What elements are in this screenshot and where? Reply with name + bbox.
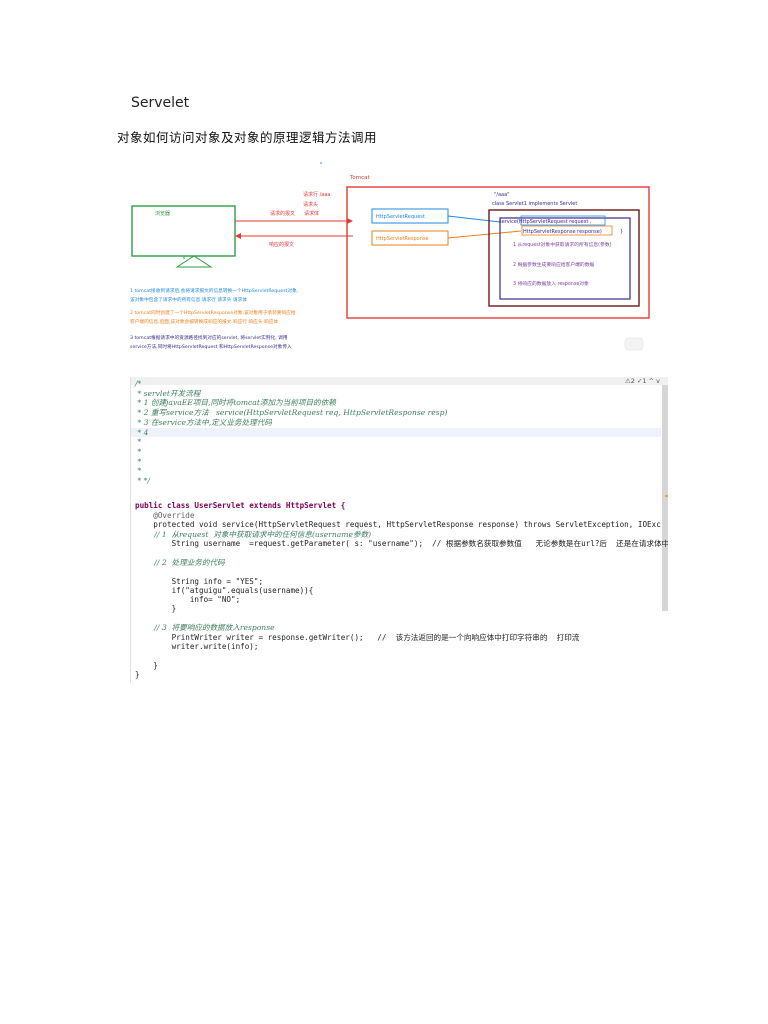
request-line-label: 请求行 /aaa [303, 191, 330, 198]
code-line-override: @Override [135, 511, 195, 520]
code-line-2: * servlet开发流程 [135, 389, 201, 398]
code-line-7: * [135, 437, 142, 446]
response-msg-label: 响应的报文 [269, 241, 294, 248]
note3-line1: 3 tomcat根据请求中的资源路径找到对应的servlet, 将servlet… [130, 334, 288, 341]
dot-mark [320, 162, 322, 164]
brace-label: } [620, 229, 623, 235]
resp-connector [447, 230, 522, 239]
code-line-9: * [135, 457, 142, 466]
code-line-5: * 3 在service方法中,定义业务处理代码 [135, 418, 272, 427]
editor-scrollbar[interactable] [662, 385, 668, 611]
page-subtitle: 对象如何访问对象及对象的原理逻辑方法调用 [117, 130, 378, 145]
request-arrow-head [347, 218, 353, 224]
code-line-writer: PrintWriter writer = response.getWriter(… [135, 633, 580, 642]
service-call-label: service(HttpServletRequest request , [499, 219, 592, 225]
code-line-class-close: } [135, 670, 140, 679]
tomcat-label: Tomcat [349, 175, 371, 181]
code-line-3: * 1 创建javaEE项目,同时将tomcat添加为当前项目的依赖 [135, 398, 336, 407]
inspection-status: ⚠2 ✓1 ^ v [624, 377, 660, 385]
corner-icon [624, 337, 644, 351]
code-line-4: * 2 重写service方法 service(HttpServletReque… [135, 408, 448, 417]
response-param-label: HttpServletResponse response) [523, 229, 602, 235]
request-msg-label: 请求的报文 [270, 210, 295, 217]
code-line-info-no: info= "NO"; [135, 595, 241, 604]
request-body-label: 请求体 [304, 210, 319, 217]
note3-line2: service方法,同时将HttpServletRequest 和HttpSer… [130, 343, 292, 350]
code-line-write: writer.write(info); [135, 642, 259, 651]
response-arrow-head [235, 233, 241, 239]
code-line-1: /* [135, 379, 142, 388]
code-line-8: * [135, 447, 142, 456]
page-title: Servelet [131, 95, 190, 111]
editor-top-bar [131, 377, 668, 385]
step3-label: 3 将响应的数据放入 response对象 [513, 280, 589, 287]
warning-marker [665, 495, 668, 497]
code-line-if-close: } [135, 604, 177, 613]
note2-line1: 2 tomcat同时创建了一个HttpServletResponse对象,该对象… [130, 309, 296, 316]
class-decl-label: class Servlet1 implements Servlet [492, 201, 577, 207]
code-line-service-sig: protected void service(HttpServletReques… [135, 520, 661, 529]
code-line-if: if("atguigu".equals(username)){ [135, 586, 314, 595]
code-line-comment-2: // 2 处理业务的代码 [135, 558, 225, 567]
code-line-comment-1: // 1 从request 对象中获取请求中的任何信息(username参数) [135, 530, 372, 539]
current-line-highlight [131, 428, 661, 437]
note2-line2: 客户端的信息,后面,该对象会被转换成响应的报文 响应行 响应头 响应体 [130, 318, 278, 325]
monitor-base [175, 255, 213, 268]
step1-label: 1 从request对象中获取请求的所有信息(参数) [513, 241, 612, 248]
response-object-label: HttpServletResponse [376, 236, 429, 242]
url-label: "/aaa" [494, 192, 509, 198]
code-editor: ⚠2 ✓1 ^ v /* * servlet开发流程 * 1 创建javaEE项… [130, 377, 668, 683]
servlet-diagram: 浏览器 请求行 /aaa 请求头 请求的报文 请求体 响应的报文 Tomcat … [117, 155, 650, 352]
code-line-10: * [135, 466, 142, 475]
code-line-method-close: } [135, 661, 158, 670]
note1-line1: 1 tomcat接收到请求后,会将请求报文的信息转换一个HttpServletR… [130, 287, 299, 294]
browser-box [131, 205, 236, 257]
code-line-6: * 4 [135, 428, 149, 437]
request-head-label: 请求头 [303, 201, 318, 208]
code-line-info-decl: String info = "YES"; [135, 577, 264, 586]
browser-label: 浏览器 [155, 210, 170, 217]
step2-label: 2 根据参数生成要响应给客户端的数据 [513, 261, 595, 268]
req-connector [447, 215, 501, 223]
code-line-class-decl: public class UserServlet extends HttpSer… [135, 501, 346, 510]
request-object-label: HttpServletRequest [376, 214, 425, 220]
code-line-11: * */ [135, 476, 150, 485]
code-line-comment-3: // 3 将要响应的数据放入response [135, 623, 275, 632]
code-line-get-param: String username =request.getParameter( s… [135, 539, 668, 548]
note1-line2: 该对象中包含了请求中的所有信息 请求行 请求头 请求体 [130, 296, 247, 303]
